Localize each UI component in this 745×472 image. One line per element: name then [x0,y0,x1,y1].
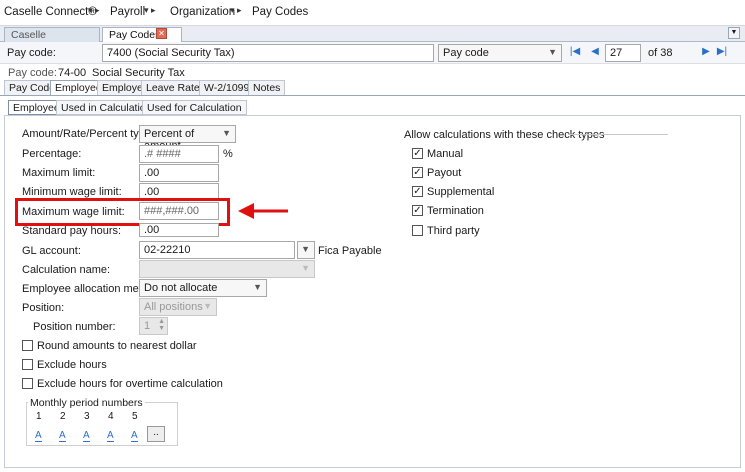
termination-label: Termination [427,205,484,217]
doc-tab-pay-codes[interactable]: Pay Codes [102,27,182,42]
chevron-down-icon: ▼ [203,301,212,311]
highlight-arrow-icon [238,203,288,219]
max-limit-input[interactable]: .00 [139,164,219,182]
exclude-ot-checkbox[interactable] [22,378,33,389]
percentage-label: Percentage: [22,148,82,160]
manual-checkbox[interactable]: ✓ [412,148,423,159]
third-party-label: Third party [427,225,480,237]
highlight-box [15,198,230,226]
exclude-hours-checkbox[interactable] [22,359,33,370]
min-wage-limit-label: Minimum wage limit: [22,186,122,198]
first-record-icon[interactable]: |◀ [569,46,581,58]
breadcrumb-separator-icon: ▾ ▸ [144,5,156,15]
next-record-icon[interactable]: ▶ [700,46,712,58]
breadcrumb: Caselle Connect® ▾ ▸ Payroll ▾ ▸ Organiz… [0,0,745,26]
period-value[interactable]: A [35,430,42,442]
position-select[interactable]: All positions ▼ [139,298,217,316]
position-number-value: 1 [144,320,151,332]
allocation-method-value: Do not allocate [144,282,218,294]
tab-w2-1099[interactable]: W-2/1099 [199,80,255,95]
supplemental-label: Supplemental [427,186,495,198]
std-pay-hours-input[interactable]: .00 [139,223,219,237]
lookup-type-value: Pay code [443,47,489,59]
period-value[interactable]: A [83,430,90,442]
pay-code-label: Pay code: [7,47,56,59]
check-types-divider [568,134,668,135]
previous-record-icon[interactable]: ◀ [589,46,601,58]
gl-account-dropdown[interactable]: ▼ [297,241,315,259]
std-pay-hours-label: Standard pay hours: [22,225,122,237]
round-label: Round amounts to nearest dollar [37,340,197,352]
chevron-down-icon: ▼ [222,128,231,138]
manual-label: Manual [427,148,464,160]
gl-account-label: GL account: [22,245,81,257]
amount-type-select[interactable]: Percent of amount ▼ [139,125,236,152]
period-value[interactable]: A [131,430,138,442]
doc-tab-caselle-connect[interactable]: Caselle Connect® [4,27,100,53]
lookup-type-select[interactable]: Pay code ▼ [438,44,562,62]
payout-checkbox[interactable]: ✓ [412,167,423,178]
round-checkbox[interactable] [22,340,33,351]
period-number: 2 [60,411,66,422]
gl-account-input[interactable]: 02-22210 [139,241,295,259]
percent-unit: % [223,148,233,160]
chevron-down-icon: ▼ [301,244,310,254]
period-value[interactable]: A [59,430,66,442]
position-number-label: Position number: [33,321,116,333]
summary-code: 74-00 [58,67,87,79]
termination-checkbox[interactable]: ✓ [412,205,423,216]
summary-pay-code-label: Pay code: [8,67,57,79]
breadcrumb-item-organization[interactable]: Organization [170,6,235,18]
monthly-period-title: Monthly period numbers [28,397,145,409]
calculation-name-select[interactable]: ▼ [139,260,315,278]
payout-label: Payout [427,167,462,179]
last-record-icon[interactable]: ▶| [716,46,728,58]
chevron-down-icon[interactable]: ▼ [728,27,740,39]
record-total: of 38 [648,47,673,59]
pay-code-input[interactable]: 7400 (Social Security Tax) [102,44,434,62]
breadcrumb-separator-icon: ▾ ▸ [230,5,242,15]
supplemental-checkbox[interactable]: ✓ [412,186,423,197]
gl-account-description: Fica Payable [318,245,382,257]
position-value: All positions [144,301,203,313]
breadcrumb-item-pay-codes[interactable]: Pay Codes [252,6,308,18]
chevron-down-icon: ▼ [548,47,557,57]
percentage-input[interactable]: .# #### [139,145,219,163]
more-periods-button[interactable]: .. [147,426,165,442]
third-party-checkbox[interactable] [412,225,423,236]
allocation-method-select[interactable]: Do not allocate ▼ [139,279,267,297]
exclude-hours-label: Exclude hours [37,359,107,371]
document-tab-strip: Caselle Connect® Pay Codes ✕ ▼ [0,26,745,53]
breadcrumb-separator-icon: ▾ ▸ [88,5,100,15]
breadcrumb-item-payroll[interactable]: Payroll [110,6,145,18]
position-label: Position: [22,302,65,314]
exclude-ot-label: Exclude hours for overtime calculation [37,378,223,390]
close-icon[interactable]: ✕ [156,28,167,39]
calculation-name-label: Calculation name: [22,264,111,276]
subtab-used-for-calculation[interactable]: Used for Calculation [142,100,247,115]
position-number-stepper[interactable]: 1 ▲ ▼ [139,317,168,335]
chevron-down-icon: ▼ [253,282,262,292]
check-types-title: Allow calculations with these check type… [404,129,605,141]
period-number: 5 [132,411,138,422]
max-limit-label: Maximum limit: [22,167,96,179]
summary-description: Social Security Tax [92,67,185,79]
period-number: 1 [36,411,42,422]
breadcrumb-item-caselle[interactable]: Caselle Connect® [4,6,97,18]
spinner-icon: ▲ ▼ [158,318,165,332]
record-number-input[interactable]: 27 [605,44,641,62]
chevron-down-icon: ▼ [301,263,310,273]
amount-type-label: Amount/Rate/Percent type: [22,128,155,140]
tab-notes[interactable]: Notes [248,80,286,95]
period-value[interactable]: A [107,430,114,442]
period-number: 3 [84,411,90,422]
period-number: 4 [108,411,114,422]
